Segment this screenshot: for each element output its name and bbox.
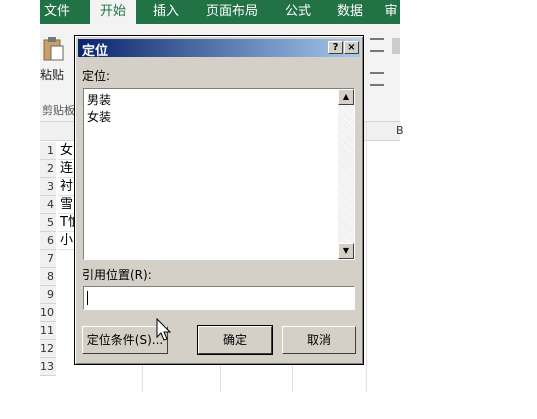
scroll-down-icon[interactable]: ▼ [338, 243, 354, 259]
reference-input[interactable] [83, 286, 355, 310]
paste-icon[interactable] [42, 36, 64, 62]
dialog-title: 定位 [82, 44, 109, 59]
align-top-icon[interactable] [370, 38, 384, 52]
list-scrollbar[interactable]: ▲ ▼ [338, 89, 354, 259]
tab-insert[interactable]: 插入 [146, 0, 186, 24]
tab-data[interactable]: 数据 [330, 0, 370, 24]
row-header[interactable]: 5 [40, 214, 56, 232]
tab-formulas[interactable]: 公式 [278, 0, 318, 24]
help-button[interactable]: ? [328, 41, 343, 54]
row-header[interactable]: 8 [40, 268, 56, 286]
row-header[interactable]: 1 [40, 142, 56, 160]
scroll-up-icon[interactable]: ▲ [338, 89, 354, 105]
column-header-b[interactable]: B [396, 124, 404, 137]
cancel-button[interactable]: 取消 [282, 326, 356, 354]
tab-review[interactable]: 审 [382, 0, 400, 24]
clipboard-group-label: 剪贴板 [42, 104, 75, 117]
list-item[interactable]: 男装 [87, 91, 111, 108]
paste-button-label[interactable]: 粘贴 [40, 66, 64, 83]
ok-button[interactable]: 确定 [197, 325, 273, 355]
row-header[interactable]: 3 [40, 178, 56, 196]
row-header[interactable]: 10 [40, 304, 56, 322]
grid-line [366, 122, 367, 392]
tab-file[interactable]: 文件 [40, 0, 74, 24]
row-header[interactable]: 12 [40, 340, 56, 358]
ribbon-tab-bar: 文件 开始 插入 页面布局 公式 数据 审 [40, 0, 400, 24]
goto-listbox[interactable]: 男装 女装 ▲ ▼ [83, 88, 355, 260]
row-header[interactable]: 13 [40, 358, 56, 376]
goto-dialog: 定位 ? × 定位: 男装 女装 ▲ ▼ 引用位置(R): 定位条件(S)...… [74, 35, 364, 365]
row-header[interactable]: 4 [40, 196, 56, 214]
tab-home[interactable]: 开始 [90, 0, 136, 24]
goto-label: 定位: [82, 69, 111, 83]
row-header[interactable]: 9 [40, 286, 56, 304]
row-header[interactable]: 2 [40, 160, 56, 178]
row-header[interactable]: 11 [40, 322, 56, 340]
tab-page-layout[interactable]: 页面布局 [200, 0, 264, 24]
text-caret [87, 291, 88, 305]
align-left-icon[interactable] [370, 72, 384, 86]
list-item[interactable]: 女装 [87, 108, 111, 125]
reference-label: 引用位置(R): [82, 268, 152, 282]
row-header[interactable]: 6 [40, 232, 56, 250]
row-header[interactable]: 7 [40, 250, 56, 268]
dialog-titlebar[interactable]: 定位 ? × [78, 39, 360, 59]
ribbon-overflow [392, 38, 400, 54]
close-button[interactable]: × [344, 41, 359, 54]
mouse-cursor-icon [156, 318, 172, 341]
